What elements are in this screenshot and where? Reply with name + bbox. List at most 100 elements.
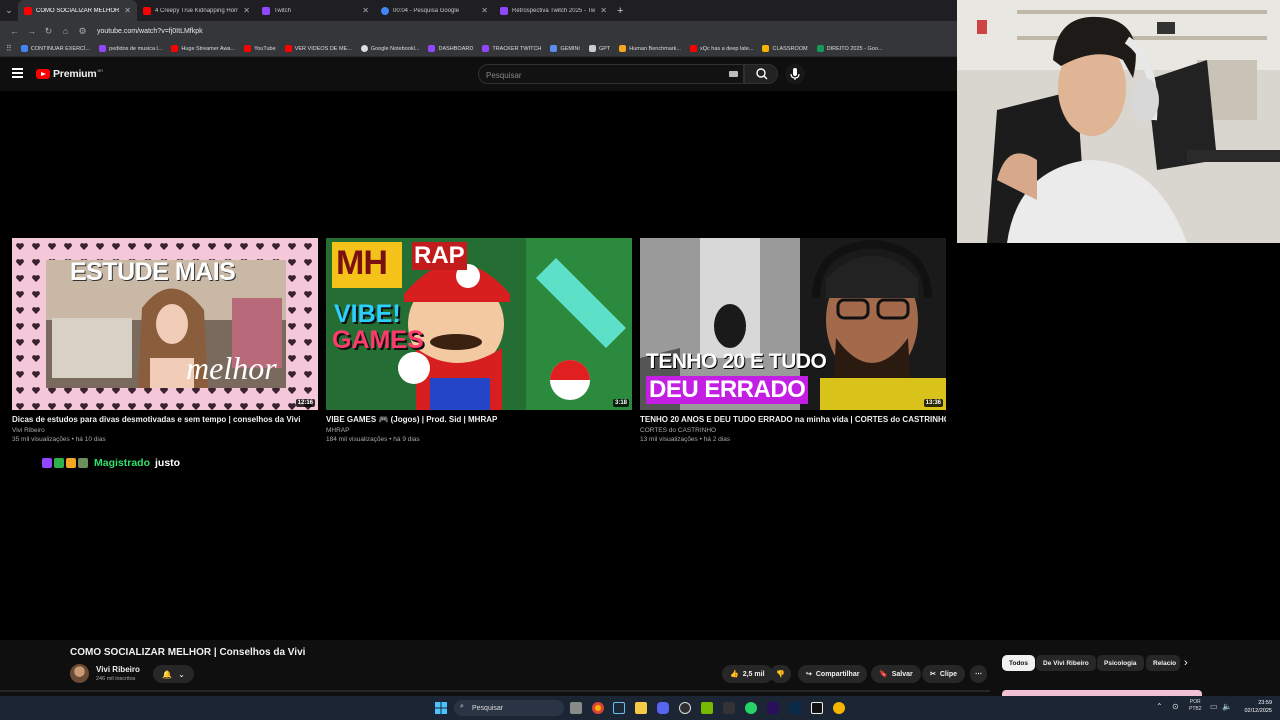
close-tab-icon[interactable]: ✕ [481,6,488,15]
chip-relationships[interactable]: Relacio [1146,655,1180,671]
watch-title: COMO SOCIALIZAR MELHOR | Conselhos da Vi… [70,647,306,658]
like-button[interactable]: 👍 2,5 mil [722,665,773,683]
weather-icon[interactable] [833,702,845,714]
reload-icon[interactable]: ↻ [40,26,57,37]
obs-icon[interactable] [679,702,691,714]
chip-channel[interactable]: De Vivi Ribeiro [1036,655,1096,671]
windows-start-icon[interactable] [435,702,447,714]
close-tab-icon[interactable]: ✕ [600,6,607,15]
video-meta: 35 mil visualizações • há 10 dias [12,436,106,443]
whatsapp-icon[interactable] [745,702,757,714]
volume-icon[interactable]: 🔈 [1222,702,1232,711]
premiere-icon[interactable] [767,702,779,714]
video-channel[interactable]: Vivi Ribeiro [12,427,318,434]
bookmark[interactable]: GPT [588,45,610,52]
search-input[interactable] [479,66,709,85]
site-info-icon[interactable]: ⚙ [74,26,91,37]
bookmark[interactable]: Google Notebookl... [360,45,419,52]
nvidia-icon[interactable] [701,702,713,714]
close-tab-icon[interactable]: ✕ [243,6,250,15]
browser-tab[interactable]: 4 Creepy True Kidnapping Horr ✕ [137,0,256,21]
epic-icon[interactable] [723,702,735,714]
url-field[interactable]: youtube.com/watch?v=fj0ItLMfkpk [97,28,203,35]
video-title[interactable]: TENHO 20 ANOS E DEU TUDO ERRADO na minha… [640,415,946,424]
more-actions-button[interactable]: ⋯ [970,665,987,683]
bookmark[interactable]: GEMINI [550,45,580,52]
video-card[interactable]: MH RAP VIBE! GAMES 3:18 VIBE GAMES 🎮 (Jo… [326,238,632,443]
bookmark[interactable]: CLASSROOM [762,45,808,52]
forward-icon[interactable]: → [23,26,40,36]
close-tab-icon[interactable]: ✕ [362,6,369,15]
video-title[interactable]: VIBE GAMES 🎮 (Jogos) | Prod. Sid | MHRAP [326,415,632,424]
bookmark[interactable]: pedidos de musica l... [99,45,162,52]
save-button[interactable]: 🔖 Salvar [871,665,921,683]
system-clock[interactable]: 23:59 02/12/2025 [1238,699,1272,715]
voice-search-button[interactable] [785,64,805,84]
bookmark-label: VER VIDEOS DE ME... [294,45,352,52]
bell-icon: 🔔 [162,669,173,679]
video-thumbnail[interactable]: MH RAP VIBE! GAMES 3:18 [326,238,632,410]
channel-avatar[interactable] [70,664,89,683]
youtube-favicon-icon [143,6,151,15]
bookmark-icon [244,45,252,52]
video-channel[interactable]: CORTES do CASTRINHO [640,427,946,434]
share-button[interactable]: ↪ Compartilhar [798,665,868,683]
browser-tab[interactable]: Twitch ✕ [256,0,375,21]
bookmark[interactable]: TRACKER TWITCH [482,45,541,52]
bookmark[interactable]: Huge Streamer Awa... [171,45,235,52]
bookmark-icon [428,45,436,52]
menu-icon[interactable] [12,68,23,78]
video-channel[interactable]: MHRAP [326,427,632,434]
browser-tab[interactable]: COMO SOCIALIZAR MELHOR | ✕ [18,0,137,21]
dislike-button[interactable]: 👎 [770,665,791,683]
browser-tab[interactable]: Retrospectiva Twitch 2025 - Tw ✕ [494,0,613,21]
taskbar-search[interactable]: ⌕ Pesquisar [454,700,564,716]
watch-channel-name[interactable]: Vivi Ribeiro [96,665,140,674]
home-icon[interactable]: ⌂ [57,26,74,36]
discord-icon[interactable] [657,702,669,714]
chip-all[interactable]: Todos [1002,655,1036,671]
search-icon: ⌕ [460,703,464,710]
video-title[interactable]: Dicas de estudos para divas desmotivadas… [12,415,318,424]
chip-psychology[interactable]: Psicologia [1097,655,1144,671]
photoshop-icon[interactable] [789,702,801,714]
bookmark[interactable]: DIREITO 2025 - Goo... [816,45,882,52]
close-tab-icon[interactable]: ✕ [124,6,131,15]
tray-chevron-up-icon[interactable]: ⌃ [1156,702,1163,711]
tray-location-icon[interactable]: ⊙ [1172,702,1179,711]
new-tab-icon[interactable]: + [617,5,623,17]
search-button[interactable] [744,64,778,84]
notification-button[interactable]: 🔔 ⌄ [153,665,194,683]
tab-search-icon[interactable]: ⌄ [0,0,18,21]
input-language[interactable]: POR PTB2 [1189,699,1202,713]
apps-icon[interactable]: ⠿ [6,44,12,53]
steam-icon[interactable] [613,702,625,714]
browser-tab[interactable]: 00:04 - Pesquisa Google ✕ [375,0,494,21]
video-thumbnail[interactable]: ESTUDE MAIS melhor 12:16 [12,238,318,410]
bookmark[interactable]: CONTINUAR EXERCÍ... [20,45,90,52]
bookmark[interactable]: VER VIDEOS DE ME... [284,45,352,52]
video-card[interactable]: ESTUDE MAIS melhor 12:16 Dicas de estudo… [12,238,318,443]
video-meta: 184 mil visualizações • há 9 dias [326,436,420,443]
thumbnail-text-top: ESTUDE MAIS [70,258,236,286]
bookmark[interactable]: xQc has a deep late... [689,45,753,52]
keyboard-icon[interactable] [729,71,738,77]
bookmark[interactable]: DASHBOARD [428,45,473,52]
video-thumbnail[interactable]: TENHO 20 E TUDO DEU ERRADO 13:36 [640,238,946,410]
bookmark[interactable]: Human Benchmark... [619,45,681,52]
scissors-icon: ✂ [930,671,936,678]
video-card[interactable]: TENHO 20 E TUDO DEU ERRADO 13:36 TENHO 2… [640,238,946,443]
more-icon: ⋯ [975,671,982,678]
chevron-right-icon[interactable]: › [1184,657,1188,669]
clip-button[interactable]: ✂ Clipe [922,665,965,683]
network-icon[interactable]: ▭ [1210,702,1218,711]
back-icon[interactable]: ← [6,26,23,36]
youtube-logo[interactable]: Premium BR [36,68,103,80]
bookmark[interactable]: YouTube [244,45,276,52]
chrome-icon[interactable] [592,702,604,714]
youtube-favicon-icon [24,6,32,15]
capcut-icon[interactable] [811,702,823,714]
twitch-favicon-icon [262,6,270,15]
task-view-icon[interactable] [570,702,582,714]
file-explorer-icon[interactable] [635,702,647,714]
